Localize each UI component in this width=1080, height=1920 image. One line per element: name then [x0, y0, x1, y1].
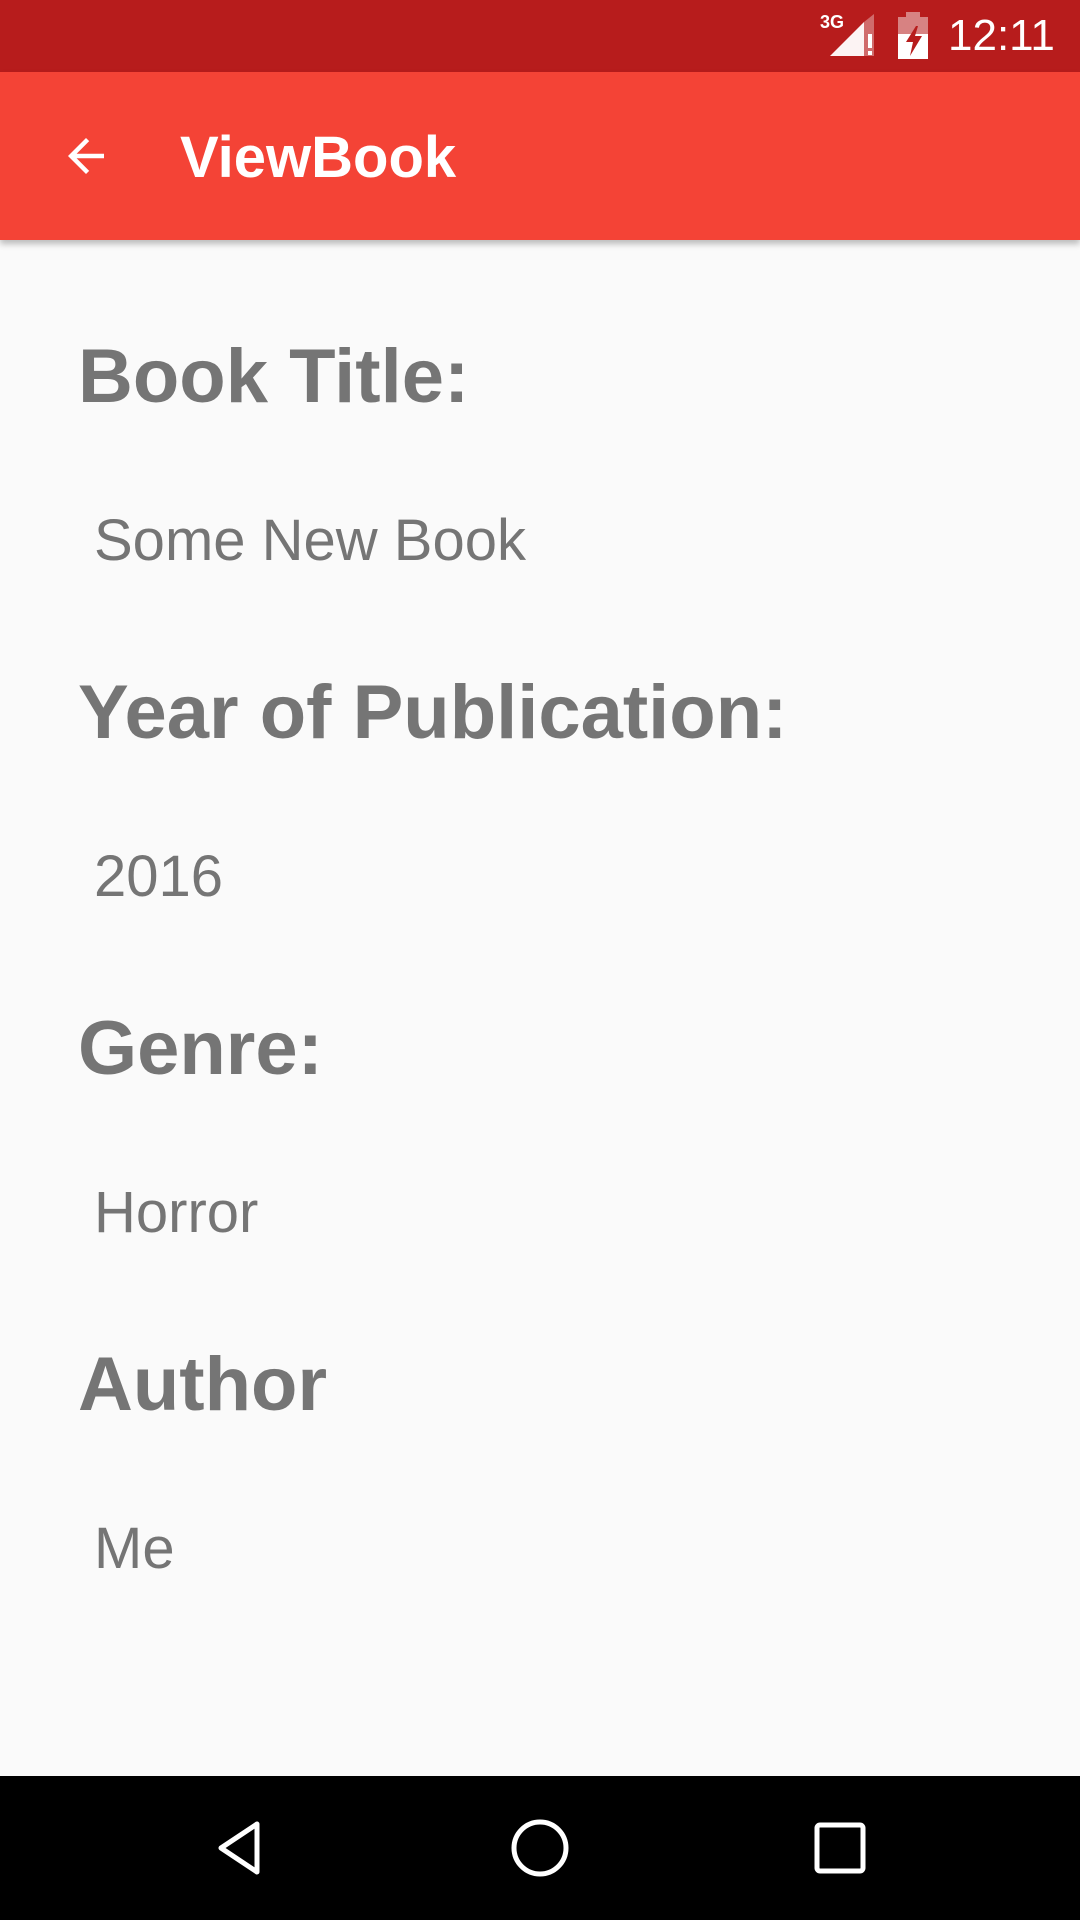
nav-home-button[interactable] — [485, 1796, 595, 1900]
status-time: 12:11 — [948, 11, 1055, 60]
home-circle-icon — [511, 1819, 569, 1877]
back-triangle-icon — [218, 1821, 260, 1875]
year-label: Year of Publication: — [78, 670, 788, 755]
arrow-back-icon — [68, 138, 104, 174]
genre-value: Horror — [94, 1180, 259, 1245]
app-bar: ViewBook — [0, 72, 1080, 240]
signal-icon: 3G — [820, 12, 874, 56]
book-title-label: Book Title: — [78, 334, 470, 419]
book-title-value: Some New Book — [94, 508, 526, 573]
book-details: Book Title: Some New Book Year of Public… — [0, 240, 1080, 1776]
navigation-bar — [0, 1776, 1080, 1920]
svg-text:3G: 3G — [820, 12, 844, 32]
app-title: ViewBook — [180, 125, 457, 190]
author-value: Me — [94, 1516, 175, 1581]
battery-charging-icon — [898, 12, 928, 59]
genre-label: Genre: — [78, 1006, 323, 1091]
year-value: 2016 — [94, 844, 224, 909]
status-bar: 3G 12:11 — [0, 0, 1080, 72]
nav-recents-button[interactable] — [785, 1796, 895, 1900]
author-label: Author — [78, 1342, 328, 1427]
recents-square-icon — [814, 1822, 866, 1874]
back-button[interactable] — [44, 114, 128, 198]
nav-back-button[interactable] — [186, 1796, 296, 1900]
